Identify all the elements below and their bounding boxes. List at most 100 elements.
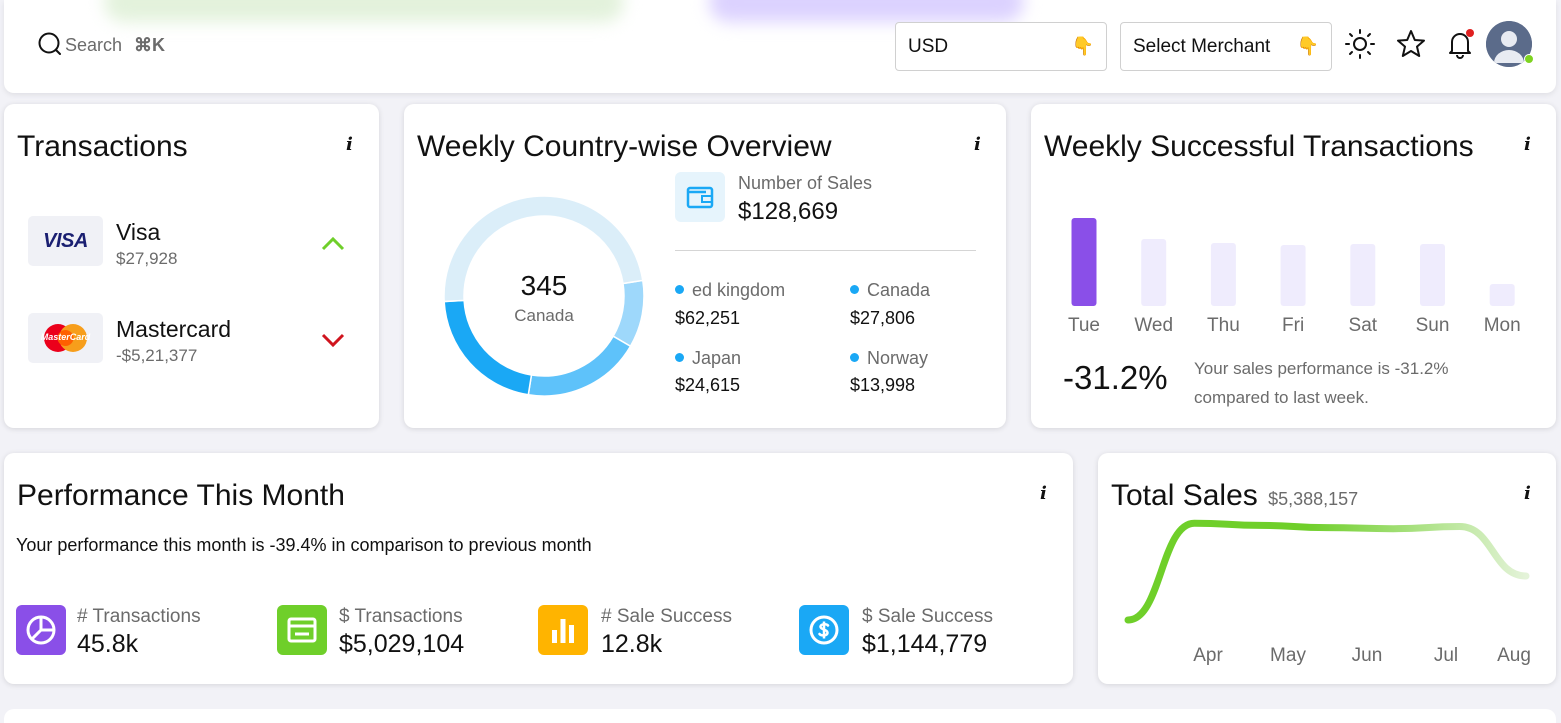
sales-line [1124, 519, 1530, 624]
transaction-item-visa[interactable]: VISA Visa $27,928 [28, 216, 358, 276]
bar-tick-label: Wed [1134, 315, 1173, 336]
pie-chart-icon [26, 615, 56, 645]
bar [1420, 244, 1445, 306]
bar-tick-label: Sun [1416, 315, 1450, 336]
info-icon[interactable]: i [1524, 483, 1531, 504]
info-icon[interactable]: i [1040, 483, 1047, 504]
wallet-icon-tile [675, 172, 725, 222]
bar-tick-label: Fri [1282, 315, 1304, 336]
mastercard-logo: MasterCard [28, 313, 103, 363]
stat-label: $ Sale Success [862, 606, 993, 627]
wallet-icon [287, 617, 317, 643]
next-card-edge [4, 709, 1556, 723]
currency-value: USD [908, 35, 949, 57]
merchant-select[interactable]: Select Merchant 👇 [1120, 22, 1332, 71]
country-legend-value: $62,251 [675, 308, 741, 328]
donut-slice [527, 335, 632, 397]
decorative-blur [709, 0, 1024, 22]
card-title: Weekly Successful Transactions [1044, 130, 1474, 163]
line-chart: Apr May Jun Jul Aug [1124, 519, 1531, 666]
line-tick-label: May [1270, 645, 1306, 666]
info-icon[interactable]: i [1524, 134, 1531, 155]
decorative-blur [104, 0, 624, 22]
stat-tile [16, 605, 66, 655]
donut-center-value: 345 [520, 270, 568, 301]
pointing-hand-icon: 👇 [1296, 36, 1319, 56]
transactions-card: Transactions i VISA Visa $27,928 MasterC… [4, 104, 379, 428]
divider [675, 250, 976, 251]
weekly-note: Your sales performance is -31.2% compare… [1194, 359, 1449, 407]
sales-value: $128,669 [738, 198, 839, 225]
stat-label: $ Transactions [339, 606, 463, 627]
stat-value: 45.8k [77, 630, 139, 658]
bar-tick-label: Tue [1068, 315, 1100, 336]
info-icon[interactable]: i [974, 134, 981, 155]
performance-card: Performance This Month i Your performanc… [4, 453, 1073, 684]
bell-icon[interactable] [1444, 28, 1476, 60]
bar [1210, 243, 1236, 306]
info-icon[interactable]: i [346, 134, 353, 155]
country-legend-value: $13,998 [850, 375, 916, 395]
country-legend-item: ed kingdom [675, 280, 825, 301]
sales-label: Number of Sales [738, 173, 873, 193]
card-amount: $27,928 [116, 249, 178, 268]
card-name: Visa [116, 219, 161, 245]
visa-logo: VISA [28, 216, 103, 266]
card-title: Total Sales $5,388,157 [1111, 479, 1359, 512]
stat-value: 12.8k [601, 630, 663, 658]
sun-icon[interactable] [1344, 28, 1376, 60]
line-tick-label: Jun [1352, 645, 1383, 666]
stat-value: $5,029,104 [339, 630, 465, 658]
search-shortcut: ⌘K [134, 34, 166, 55]
bar-chart-icon [552, 619, 574, 643]
bar-tick-label: Mon [1484, 315, 1521, 336]
performance-summary: Your performance this month is -39.4% in… [16, 535, 592, 555]
country-legend-item: Canada [850, 280, 930, 301]
bar [1280, 245, 1306, 306]
bar [1141, 239, 1167, 306]
stat-tile [538, 605, 588, 655]
card-title: Weekly Country-wise Overview [417, 130, 832, 163]
total-sales-card: Total Sales $5,388,157 i Apr May Jun Jul Aug [1098, 453, 1556, 684]
stat-tile [277, 605, 327, 655]
top-bar: Search ⌘K USD 👇 Select Merchant 👇 [4, 0, 1556, 93]
star-icon[interactable] [1395, 28, 1427, 60]
currency-select[interactable]: USD 👇 [895, 22, 1107, 71]
stat-label: # Sale Success [601, 606, 732, 627]
weekly-success-card: Weekly Successful Transactions i Tue Wed T… [1031, 104, 1556, 428]
country-legend-value: $24,615 [675, 375, 741, 395]
merchant-value: Select Merchant [1133, 35, 1271, 57]
search-bar[interactable]: Search ⌘K [37, 32, 165, 58]
stat-value: $1,144,779 [862, 630, 988, 658]
country-legend-item: Norway [850, 348, 928, 369]
line-tick-label: Apr [1193, 645, 1223, 666]
weekly-percent: -31.2% [1063, 359, 1168, 396]
dollar-coin-icon [809, 615, 839, 645]
bar-tick-label: Sat [1349, 315, 1378, 336]
total-sales-amount: $5,388,157 [1268, 489, 1359, 509]
bar-chart: Tue Wed Thu Fri Sat Sun Mon [1068, 218, 1521, 336]
country-legend-item: Japan [675, 348, 741, 369]
line-tick-label: Aug [1497, 645, 1531, 666]
country-overview-card: Weekly Country-wise Overview i 345 Canad… [404, 104, 1006, 428]
bar [1350, 244, 1376, 306]
search-placeholder: Search [65, 34, 123, 55]
online-status-dot [1524, 54, 1534, 64]
bar [1071, 218, 1097, 306]
card-title: Performance This Month [17, 479, 345, 512]
wallet-icon [686, 186, 714, 209]
donut-center-label: Canada [514, 306, 574, 325]
chevron-down-icon [321, 333, 345, 348]
card-title: Transactions [17, 130, 188, 163]
stat-label: # Transactions [77, 606, 201, 627]
line-tick-label: Jul [1434, 645, 1458, 666]
stat-tile [799, 605, 849, 655]
bar-tick-label: Thu [1207, 315, 1240, 336]
bar [1489, 284, 1515, 306]
card-name: Mastercard [116, 316, 232, 342]
chevron-up-icon [321, 236, 345, 251]
notification-dot [1466, 29, 1474, 37]
country-legend-value: $27,806 [850, 308, 916, 328]
card-amount: -$5,21,377 [116, 346, 198, 365]
transaction-item-mastercard[interactable]: MasterCard Mastercard -$5,21,377 [28, 313, 358, 373]
